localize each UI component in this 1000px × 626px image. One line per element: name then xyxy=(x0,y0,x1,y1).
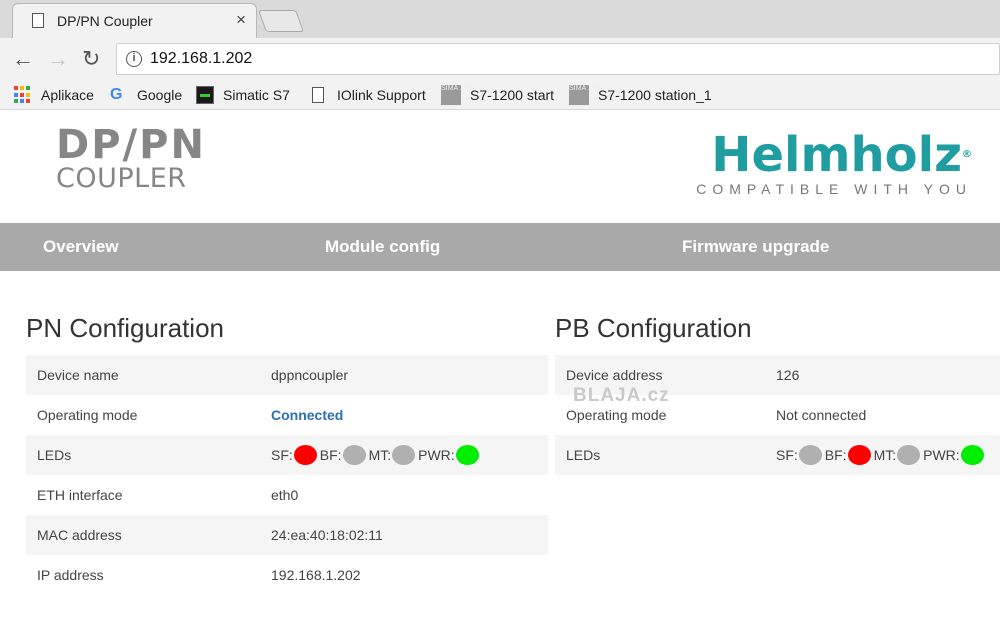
back-arrow-icon[interactable]: ← xyxy=(12,48,34,70)
dppn-coupler-logo: DP/PN COUPLER xyxy=(56,125,206,193)
pwr-led-indicator xyxy=(960,445,984,465)
reload-icon[interactable]: ↻ xyxy=(82,48,100,70)
sima-icon: SIMA 1200 xyxy=(441,85,475,105)
row-value: dppncoupler xyxy=(271,367,349,383)
menu-item-overview[interactable]: Overview xyxy=(43,237,119,257)
watermark: BLAJA.cz xyxy=(573,385,670,406)
close-tab-icon[interactable]: × xyxy=(236,10,246,30)
mt-led-indicator xyxy=(897,445,921,465)
table-row: Operating mode Connected xyxy=(26,395,548,435)
table-row: LEDs SF: BF: MT: PWR: xyxy=(555,435,1000,475)
row-label: IP address xyxy=(37,567,104,583)
sf-led-indicator xyxy=(798,445,822,465)
bookmark-s7-1200-start[interactable]: SIMA 1200 S7-1200 start xyxy=(441,85,555,105)
new-tab-button[interactable] xyxy=(257,10,305,32)
registered-mark: ® xyxy=(962,149,972,160)
row-value: eth0 xyxy=(271,487,299,503)
bookmark-label: Google xyxy=(137,87,183,103)
bookmark-s7-1200-station-1[interactable]: SIMA 1200 S7-1200 station_1 xyxy=(569,85,712,105)
led-label-bf: BF: xyxy=(824,447,847,463)
brand-tagline: COMPATIBLE WITH YOU xyxy=(696,181,972,197)
pn-configuration-title: PN Configuration xyxy=(26,313,224,343)
bookmark-iolink-support[interactable]: IOlink Support xyxy=(310,86,426,104)
row-label: Device address xyxy=(566,367,663,383)
address-bar[interactable]: i 192.168.1.202 xyxy=(116,43,1000,75)
url-text[interactable]: 192.168.1.202 xyxy=(150,50,252,68)
logo-line-1: DP/PN xyxy=(56,122,206,168)
led-group: SF: BF: MT: PWR: xyxy=(271,445,482,465)
row-label: MAC address xyxy=(37,527,122,543)
bookmark-label: S7-1200 start xyxy=(470,87,555,103)
pwr-led-indicator xyxy=(455,445,479,465)
row-label: LEDs xyxy=(566,447,601,463)
page-icon xyxy=(312,87,324,103)
pn-configuration-table: Device name dppncoupler Operating mode C… xyxy=(26,355,548,595)
browser-tab[interactable]: DP/PN Coupler × xyxy=(12,3,257,38)
led-label-pwr: PWR: xyxy=(923,447,960,463)
led-label-mt: MT: xyxy=(873,447,897,463)
brand-name: Helmholz xyxy=(711,127,962,183)
row-value: 192.168.1.202 xyxy=(271,567,361,583)
sima-icon: SIMA 1200 xyxy=(569,85,603,105)
table-row: IP address 192.168.1.202 xyxy=(26,555,548,595)
led-label-sf: SF: xyxy=(271,447,293,463)
google-icon: G xyxy=(110,86,123,103)
led-label-bf: BF: xyxy=(319,447,342,463)
bookmark-label: IOlink Support xyxy=(337,87,426,103)
table-row: Device name dppncoupler xyxy=(26,355,548,395)
row-value: 24:ea:40:18:02:11 xyxy=(271,527,383,543)
row-label: Device name xyxy=(37,367,119,383)
sf-led-indicator xyxy=(293,445,317,465)
led-label-mt: MT: xyxy=(368,447,392,463)
row-value: Not connected xyxy=(776,407,867,423)
info-icon[interactable]: i xyxy=(126,51,142,67)
row-label: Operating mode xyxy=(37,407,138,423)
bf-led-indicator xyxy=(342,445,366,465)
row-label: ETH interface xyxy=(37,487,123,503)
led-group: SF: BF: MT: PWR: xyxy=(776,445,987,465)
table-row: LEDs SF: BF: MT: PWR: xyxy=(26,435,548,475)
forward-arrow-icon[interactable]: → xyxy=(47,48,69,70)
browser-tab-bar: DP/PN Coupler × xyxy=(0,0,1000,38)
bookmark-label: Simatic S7 xyxy=(223,87,290,103)
table-row: MAC address 24:ea:40:18:02:11 xyxy=(26,515,548,555)
row-value: 126 xyxy=(776,367,800,383)
pb-configuration-table: Device address 126 Operating mode Not co… xyxy=(555,355,1000,475)
menu-item-firmware-upgrade[interactable]: Firmware upgrade xyxy=(682,237,829,257)
page-content: DP/PN COUPLER Helmholz® COMPATIBLE WITH … xyxy=(0,111,1000,626)
logo-line-2: COUPLER xyxy=(56,163,187,194)
led-label-sf: SF: xyxy=(776,447,798,463)
helmholz-logo: Helmholz® COMPATIBLE WITH YOU xyxy=(696,129,972,197)
row-label: Operating mode xyxy=(566,407,667,423)
main-menu: Overview Module config Firmware upgrade xyxy=(0,223,1000,271)
pb-configuration-title: PB Configuration xyxy=(555,313,752,343)
bookmark-google[interactable]: G Google xyxy=(110,86,182,104)
row-label: LEDs xyxy=(37,447,72,463)
led-label-pwr: PWR: xyxy=(418,447,455,463)
menu-item-module-config[interactable]: Module config xyxy=(325,237,440,257)
bookmark-apps[interactable]: Aplikace xyxy=(14,86,94,104)
simatic-icon xyxy=(196,86,214,104)
bookmark-label: Aplikace xyxy=(41,87,94,103)
bookmarks-bar: Aplikace G Google Simatic S7 IOlink Supp… xyxy=(0,80,1000,110)
bookmark-label: S7-1200 station_1 xyxy=(598,87,712,103)
apps-icon xyxy=(14,86,32,104)
bf-led-indicator xyxy=(847,445,871,465)
page-icon xyxy=(32,13,44,28)
mt-led-indicator xyxy=(392,445,416,465)
browser-toolbar: ← → ↻ i 192.168.1.202 xyxy=(0,38,1000,80)
tab-title: DP/PN Coupler xyxy=(57,13,153,29)
bookmark-simatic-s7[interactable]: Simatic S7 xyxy=(196,86,290,104)
operating-mode-link[interactable]: Connected xyxy=(271,407,343,423)
table-row: ETH interface eth0 xyxy=(26,475,548,515)
